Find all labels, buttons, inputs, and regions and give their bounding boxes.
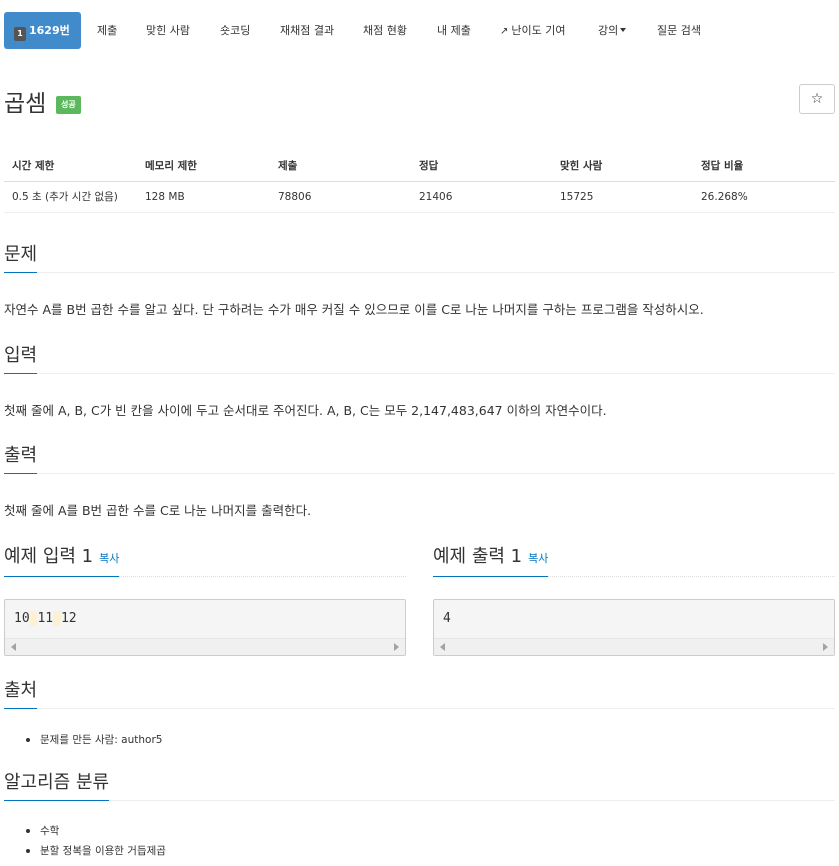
sample-input-token: 10	[14, 611, 30, 626]
accuracy-value: 26.268%	[693, 181, 835, 213]
algorithm-section-title: 알고리즘 분류	[4, 772, 110, 801]
status-badge: 성공	[56, 96, 81, 114]
scroll-left-arrow-icon[interactable]	[440, 643, 445, 651]
accepted-users-value: 15725	[552, 181, 693, 213]
sample-output-title: 예제 출력 1	[433, 546, 523, 567]
list-item[interactable]: 분할 정복을 이용한 거듭제곱	[24, 841, 166, 861]
source-list: 문제를 만든 사람: author5	[24, 730, 162, 750]
tab-lectures-label: 강의	[598, 24, 619, 37]
sample-output-header: 예제 출력 1 복사	[433, 546, 835, 577]
output-section-title: 출력	[4, 445, 38, 474]
external-link-icon: ↗	[500, 26, 509, 37]
sample-input-code: 10 11 12	[14, 611, 77, 626]
favorite-star-button[interactable]: ☆	[799, 84, 835, 114]
source-section-title: 출처	[4, 680, 38, 709]
algorithm-section-header: 알고리즘 분류	[4, 771, 835, 801]
input-section-header: 입력	[4, 344, 835, 374]
tab-submit[interactable]: 제출	[97, 12, 117, 49]
tab-judge-status[interactable]: 채점 현황	[363, 12, 407, 49]
correct-value: 21406	[411, 181, 552, 213]
horizontal-scrollbar[interactable]	[434, 638, 834, 655]
sample-output-box[interactable]: 4	[433, 599, 835, 656]
tab-lectures-dropdown[interactable]: 강의	[598, 12, 627, 49]
scroll-right-arrow-icon[interactable]	[823, 643, 828, 651]
algorithm-tag-list: 수학 분할 정복을 이용한 거듭제곱	[24, 821, 166, 861]
header-accuracy: 정답 비율	[693, 150, 835, 182]
table-row: 0.5 초 (추가 시간 없음) 128 MB 78806 21406 1572…	[4, 181, 835, 213]
star-icon: ☆	[810, 91, 824, 107]
source-section-header: 출처	[4, 679, 835, 709]
sample-input-header: 예제 입력 1 복사	[4, 546, 406, 577]
list-item: 문제를 만든 사람: author5	[24, 730, 162, 750]
problem-description: 자연수 A를 B번 곱한 수를 알고 싶다. 단 구하려는 수가 매우 커질 수…	[4, 302, 704, 317]
output-section-header: 출력	[4, 444, 835, 474]
problem-info-table: 시간 제한 메모리 제한 제출 정답 맞힌 사람 정답 비율 0.5 초 (추가…	[4, 150, 835, 213]
tab-accepted-users[interactable]: 맞힌 사람	[146, 12, 190, 49]
caret-down-icon	[620, 28, 627, 32]
tab-my-submissions[interactable]: 내 제출	[437, 12, 471, 49]
header-accepted-users: 맞힌 사람	[552, 150, 693, 182]
memory-limit-value: 128 MB	[137, 181, 270, 213]
submissions-value: 78806	[270, 181, 411, 213]
input-section-title: 입력	[4, 345, 38, 374]
tab-problem-label: 1629번	[29, 24, 70, 37]
tab-problem[interactable]: 1 1629번	[4, 12, 81, 49]
header-submissions: 제출	[270, 150, 411, 182]
problem-nav-tabs: 1 1629번 제출 맞힌 사람 숏코딩 재채점 결과 채점 현황 내 제출 ↗ 난…	[4, 12, 835, 49]
copy-sample-input-link[interactable]: 복사	[99, 552, 119, 565]
problem-section-title: 문제	[4, 244, 38, 273]
list-item[interactable]: 수학	[24, 821, 166, 841]
problem-section-header: 문제	[4, 243, 835, 273]
sample-input-title-wrap: 예제 입력 1 복사	[4, 546, 120, 577]
tab-question-search[interactable]: 질문 검색	[657, 12, 701, 49]
scroll-left-arrow-icon[interactable]	[11, 643, 16, 651]
time-limit-value: 0.5 초 (추가 시간 없음)	[4, 181, 137, 213]
tab-short-coding[interactable]: 숏코딩	[220, 12, 250, 49]
tab-difficulty-label: 난이도 기여	[511, 24, 566, 37]
table-header-row: 시간 제한 메모리 제한 제출 정답 맞힌 사람 정답 비율	[4, 150, 835, 182]
scroll-right-arrow-icon[interactable]	[394, 643, 399, 651]
sample-output-title-wrap: 예제 출력 1 복사	[433, 546, 549, 577]
header-memory-limit: 메모리 제한	[137, 150, 270, 182]
tier-icon: 1	[14, 27, 26, 41]
input-description: 첫째 줄에 A, B, C가 빈 칸을 사이에 두고 순서대로 주어진다. A,…	[4, 403, 607, 418]
page-title: 곱셈	[4, 91, 47, 117]
sample-input-token: 11	[37, 611, 54, 626]
copy-sample-output-link[interactable]: 복사	[528, 552, 548, 565]
horizontal-scrollbar[interactable]	[5, 638, 405, 655]
output-description: 첫째 줄에 A를 B번 곱한 수를 C로 나눈 나머지를 출력한다.	[4, 503, 312, 518]
tab-rejudge-results[interactable]: 재채점 결과	[280, 12, 334, 49]
sample-input-token: 12	[60, 611, 77, 626]
sample-input-box[interactable]: 10 11 12	[4, 599, 406, 656]
header-time-limit: 시간 제한	[4, 150, 137, 182]
sample-input-title: 예제 입력 1	[4, 546, 94, 567]
tab-difficulty-contribution[interactable]: ↗ 난이도 기여	[500, 12, 566, 49]
header-correct: 정답	[411, 150, 552, 182]
sample-output-code: 4	[443, 611, 451, 626]
